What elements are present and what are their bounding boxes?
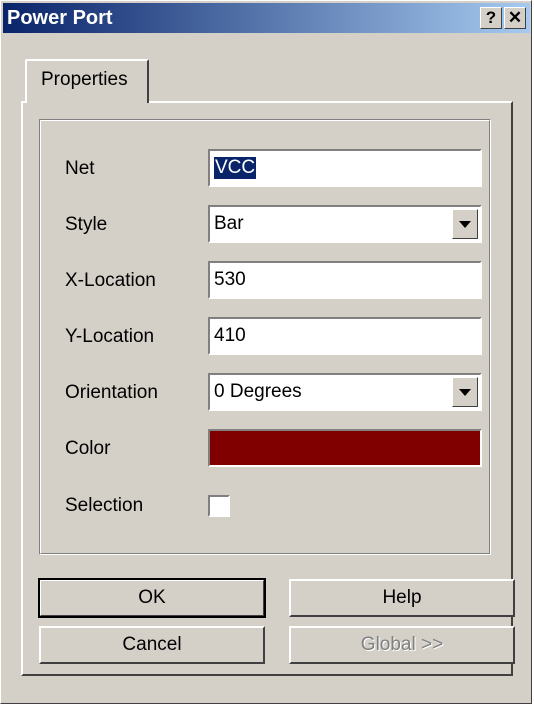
orientation-value: 0 Degrees [214,381,302,402]
y-location-input[interactable]: 410 [208,317,482,355]
close-icon[interactable]: ✕ [504,7,526,29]
window-title: Power Port [7,7,113,29]
power-port-dialog: Power Port ? ✕ Properties Net VCC Style … [0,0,532,704]
chevron-down-icon[interactable] [452,377,478,407]
orientation-dropdown[interactable]: 0 Degrees [208,373,482,411]
global-button[interactable]: Global >> [289,626,515,664]
net-value: VCC [214,157,257,179]
cancel-button[interactable]: Cancel [39,626,265,664]
chevron-down-icon[interactable] [452,209,478,239]
color-label: Color [65,438,111,459]
style-dropdown[interactable]: Bar [208,205,482,243]
x-location-label: X-Location [65,270,156,291]
net-input[interactable]: VCC [208,149,482,187]
help-icon[interactable]: ? [480,7,502,29]
x-location-value: 530 [214,269,246,290]
style-value: Bar [214,213,244,234]
selection-label: Selection [65,495,144,516]
net-label: Net [65,158,95,179]
orientation-label: Orientation [65,382,158,403]
style-label: Style [65,214,108,235]
ok-button[interactable]: OK [38,578,266,618]
title-bar: Power Port ? ✕ [3,3,530,33]
x-location-input[interactable]: 530 [208,261,482,299]
color-swatch[interactable] [208,429,482,467]
y-location-label: Y-Location [65,326,155,347]
tab-properties-label: Properties [41,69,128,90]
tab-properties[interactable]: Properties [25,59,149,103]
help-button[interactable]: Help [289,579,515,617]
y-location-value: 410 [214,325,246,346]
selection-checkbox[interactable] [208,495,230,517]
